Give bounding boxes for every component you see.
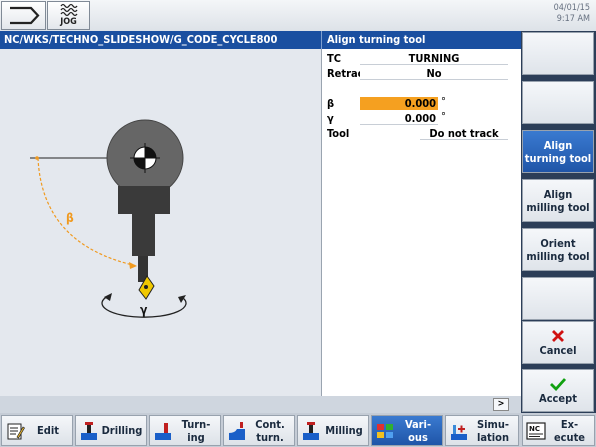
turning-icon <box>155 423 171 440</box>
accept-label: Accept <box>539 391 577 405</box>
drilling-button[interactable]: Drilling <box>75 415 147 446</box>
gamma-label: γ <box>140 303 148 317</box>
various-l2: ous <box>408 430 428 444</box>
gamma-arrow-left <box>104 293 112 301</box>
jog-wave-icon <box>60 3 78 17</box>
cont-turn-l1: Cont. <box>255 417 285 431</box>
beta-arrow <box>129 262 137 269</box>
cont-turn-l2: turn. <box>256 430 284 444</box>
align-milling-l2: milling tool <box>526 200 590 214</box>
gamma-label: γ <box>327 112 334 125</box>
contour-turning-button[interactable]: Cont. turn. <box>223 415 295 446</box>
gamma-input[interactable]: 0.000 <box>360 112 438 125</box>
simulation-l2: lation <box>476 430 510 444</box>
contour-turning-icon <box>229 422 245 440</box>
machine-mode-button[interactable] <box>1 1 46 30</box>
retract-field[interactable]: No <box>360 67 508 80</box>
milling-label: Milling <box>325 424 363 437</box>
time-text: 9:17 AM <box>556 14 590 24</box>
edit-button[interactable]: Edit <box>1 415 73 446</box>
execute-l1: Ex- <box>560 417 579 431</box>
various-icon <box>377 424 393 438</box>
various-l1: Vari- <box>404 417 432 431</box>
beta-input[interactable]: 0.000 <box>360 97 438 110</box>
various-button[interactable]: Vari-ous <box>371 415 443 446</box>
accept-button[interactable]: Accept <box>522 369 594 412</box>
simulation-l1: Simu- <box>476 417 509 431</box>
form-title: Align turning tool <box>321 31 521 49</box>
gamma-unit: ° <box>441 110 446 123</box>
beta-label: β <box>66 211 74 225</box>
jog-label: JOG <box>60 17 77 27</box>
cancel-button[interactable]: Cancel <box>522 321 594 364</box>
milling-button[interactable]: Milling <box>297 415 369 446</box>
turning-l1: Turn- <box>181 417 211 431</box>
execute-label: Ex-ecute <box>547 416 592 445</box>
help-graphic: β γ <box>0 49 321 396</box>
orient-milling-tool-button[interactable]: Orient milling tool <box>522 228 594 271</box>
align-turning-tool-button[interactable]: Align turning tool <box>522 130 594 173</box>
simulation-label: Simu-lation <box>470 416 516 445</box>
execute-button[interactable]: NC Ex-ecute <box>522 415 595 446</box>
simulation-button[interactable]: Simu-lation <box>445 415 519 446</box>
cancel-icon <box>551 329 564 342</box>
execute-nc-icon: NC <box>526 422 546 440</box>
orient-milling-l2: milling tool <box>526 249 590 263</box>
cancel-label: Cancel <box>539 343 577 357</box>
turning-l2: ing <box>187 430 205 444</box>
vsk-2-empty[interactable] <box>522 81 594 124</box>
tc-field[interactable]: TURNING <box>360 52 508 65</box>
date-time: 04/01/15 9:17 AM <box>554 3 590 25</box>
align-turning-l1: Align <box>543 138 573 152</box>
align-turning-l2: turning tool <box>524 151 592 165</box>
vsk-1-empty[interactable] <box>522 32 594 75</box>
vsk-6-empty[interactable] <box>522 277 594 320</box>
beta-label: β <box>327 97 335 110</box>
drilling-icon <box>81 422 97 440</box>
turning-label: Turn-ing <box>174 416 218 445</box>
parameter-form: TC TURNING Retract No β 0.000 ° γ 0.000 … <box>321 49 521 396</box>
simulation-icon <box>451 425 467 440</box>
svg-text:NC: NC <box>529 425 540 433</box>
date-text: 04/01/15 <box>553 3 590 13</box>
various-label: Vari-ous <box>396 416 440 445</box>
edit-label: Edit <box>37 424 59 437</box>
execute-l2: ecute <box>553 430 586 444</box>
machine-icon <box>10 6 40 25</box>
beta-unit: ° <box>441 95 446 108</box>
spindle-body <box>118 186 170 214</box>
align-milling-l1: Align <box>543 187 573 201</box>
orient-milling-l1: Orient <box>540 236 576 250</box>
jog-mode-button[interactable]: JOG <box>47 1 90 30</box>
contour-turning-label: Cont. turn. <box>248 416 292 445</box>
program-path: NC/WKS/TECHNO_SLIDESHOW/G_CODE_CYCLE800 <box>0 31 321 49</box>
drilling-label: Drilling <box>101 424 143 437</box>
tool-alignment-diagram <box>30 119 187 318</box>
tool-label: Tool <box>327 127 350 140</box>
tool-select[interactable]: Do not track <box>420 127 508 140</box>
turning-button[interactable]: Turn-ing <box>149 415 221 446</box>
beta-start-dot <box>35 156 39 160</box>
edit-icon <box>7 423 25 440</box>
tc-label: TC <box>327 52 342 65</box>
accept-icon <box>549 377 566 391</box>
align-milling-tool-button[interactable]: Align milling tool <box>522 179 594 222</box>
expand-button[interactable]: > <box>493 398 509 411</box>
tool-holder <box>132 214 155 256</box>
milling-icon <box>303 422 319 440</box>
